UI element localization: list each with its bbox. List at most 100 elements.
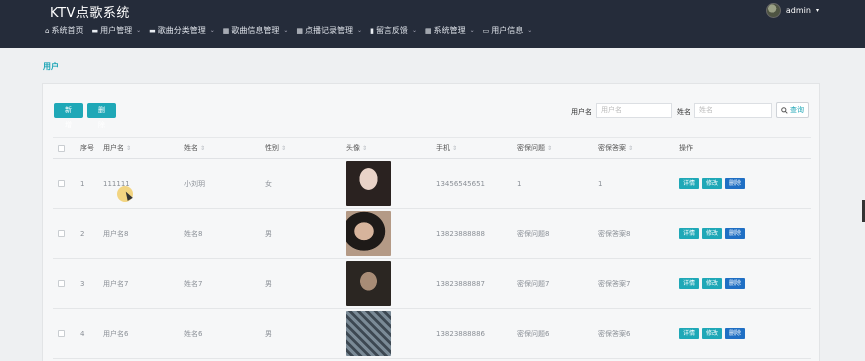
cell-username: 用户名7 [103,279,129,288]
username-filter-label: 用户名 [571,108,592,116]
nav-item-5[interactable]: ▮ 留言反馈 ⌄ [370,25,417,36]
nav-item-3[interactable]: ▦ 歌曲信息管理 ⌄ [223,25,289,36]
sort-icon[interactable]: ⇕ [452,145,457,152]
remove-button[interactable]: 删除 [725,228,746,239]
user-name[interactable]: admin [786,6,811,15]
nav-label: 系统管理 [433,26,466,35]
search-button[interactable]: 查询 [776,102,809,118]
user-photo [346,161,391,206]
menu-icon: ▦ [222,26,230,35]
sort-icon[interactable]: ⇕ [362,145,367,152]
header-phone[interactable]: 手机 ⇕ [436,138,457,158]
delete-button[interactable]: 删除 [87,103,116,129]
cell-index: 1 [80,179,85,188]
menu-icon: ▬ [149,26,156,35]
cell-username: 用户名6 [103,329,129,338]
header-name[interactable]: 姓名 ⇕ [184,138,205,158]
chevron-down-icon: ⌄ [411,27,417,34]
menu-icon: ▮ [370,26,374,35]
remove-button[interactable]: 删除 [725,178,746,189]
detail-button[interactable]: 详情 [679,228,700,239]
header-index: 序号 [80,144,94,152]
nav-item-2[interactable]: ▬ 歌曲分类管理 ⌄ [149,25,215,36]
cell-answer: 密保答案7 [598,279,631,288]
table-row: 4 用户名6 姓名6 男 13823888886 密保问题6 密保答案6 详情 修改 删除 [53,309,811,359]
cell-name: 姓名8 [184,229,203,238]
nav-label: 点播记录管理 [305,26,354,35]
search-button-label: 查询 [790,106,804,114]
chevron-down-icon: ⌄ [357,27,363,34]
row-actions: 详情 修改 删除 [679,209,746,258]
app-title: KTV点歌系统 [50,6,130,21]
user-avatar[interactable] [765,3,781,18]
nav-label: 用户管理 [100,26,133,35]
remove-button[interactable]: 删除 [725,278,746,289]
menu-icon: ▦ [424,26,432,35]
user-photo [346,211,391,256]
edit-button[interactable]: 修改 [702,228,723,239]
detail-button[interactable]: 详情 [679,178,700,189]
cell-answer: 密保答案6 [598,329,631,338]
cell-question: 1 [517,179,522,188]
sort-icon[interactable]: ⇕ [628,145,633,152]
select-all-checkbox[interactable] [58,138,65,158]
table-row: 2 用户名8 姓名8 男 13823888888 密保问题8 密保答案8 详情 修改 删除 [53,209,811,259]
header-question[interactable]: 密保问题 ⇕ [517,138,552,158]
sort-icon[interactable]: ⇕ [281,145,286,152]
nav-item-7[interactable]: ▭ 用户信息 ⌄ [483,25,533,36]
chevron-down-icon: ⌄ [527,27,533,34]
row-actions: 详情 修改 删除 [679,259,746,308]
cell-gender: 男 [265,329,272,338]
chevron-down-icon: ⌄ [136,27,142,34]
row-checkbox[interactable] [58,309,65,358]
menu-icon: ▭ [482,26,490,35]
row-checkbox[interactable] [58,159,65,208]
avatar-cell [346,209,391,258]
cell-answer: 密保答案8 [598,229,631,238]
search-icon [781,106,788,114]
header-avatar[interactable]: 头像 ⇕ [346,138,367,158]
nav-item-1[interactable]: ▬ 用户管理 ⌄ [91,25,141,36]
nav-item-6[interactable]: ▦ 系统管理 ⌄ [425,25,475,36]
header-answer[interactable]: 密保答案 ⇕ [598,138,633,158]
user-menu[interactable]: admin ▾ [765,3,819,18]
user-photo [346,311,391,356]
cell-phone: 13823888888 [436,229,485,238]
home-icon: ⌂ [45,26,50,35]
nav-item-4[interactable]: ▦ 点播记录管理 ⌄ [296,25,362,36]
menu-icon: ▬ [91,26,99,35]
detail-button[interactable]: 详情 [679,328,700,339]
cell-phone: 13823888886 [436,329,485,338]
chevron-down-icon[interactable]: ▾ [816,7,819,14]
row-checkbox[interactable] [58,209,65,258]
cell-name: 姓名6 [184,329,203,338]
user-photo [346,261,391,306]
sort-icon[interactable]: ⇕ [547,145,552,152]
nav-item-0[interactable]: ⌂ 系统首页 [45,25,83,36]
sort-icon[interactable]: ⇕ [126,145,131,152]
chevron-down-icon: ⌄ [283,27,289,34]
table-row: 1 111111 小刘玥女 13456545651 1 1 详情 修改 删除 [53,159,811,209]
edit-button[interactable]: 修改 [702,328,723,339]
remove-button[interactable]: 删除 [725,328,746,339]
cell-username: 用户名8 [103,229,129,238]
header-username[interactable]: 用户名 ⇕ [103,138,131,158]
header-gender[interactable]: 性别 ⇕ [265,138,286,158]
cell-index: 3 [80,279,85,288]
cell-gender: 男 [265,279,272,288]
edit-button[interactable]: 修改 [702,278,723,289]
avatar-cell [346,259,391,308]
cell-gender: 男 [265,229,272,238]
name-filter-input[interactable]: 姓名 [694,103,772,118]
add-button[interactable]: 新增 [54,103,83,129]
edit-button[interactable]: 修改 [702,178,723,189]
row-checkbox[interactable] [58,259,65,308]
cell-phone: 13823888887 [436,279,485,288]
cell-phone: 13456545651 [436,179,485,188]
sort-icon[interactable]: ⇕ [200,145,205,152]
username-filter-input[interactable]: 用户名 [596,103,672,118]
nav-label: 歌曲分类管理 [157,26,206,35]
content-panel: 新增 删除 用户名 用户名 姓名 姓名 查询 序号 用户名 ⇕ 姓名 ⇕ 性别 ⇕ 头… [42,83,820,361]
cell-index: 2 [80,229,85,238]
detail-button[interactable]: 详情 [679,278,700,289]
